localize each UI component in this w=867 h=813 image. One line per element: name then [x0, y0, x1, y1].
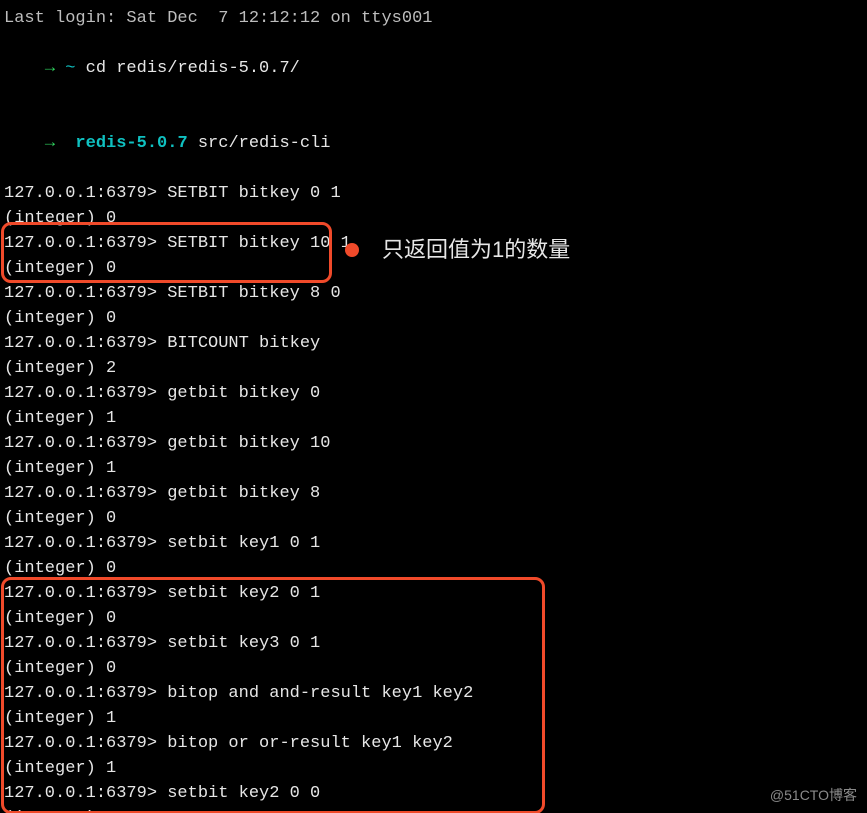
redis-output: 127.0.0.1:6379> SETBIT bitkey 0 1(intege… — [4, 181, 863, 813]
redis-command-line: 127.0.0.1:6379> setbit key1 0 1 — [4, 531, 863, 556]
redis-command-line: 127.0.0.1:6379> getbit bitkey 10 — [4, 431, 863, 456]
cwd-home: ~ — [65, 59, 75, 78]
redis-result-line: (integer) 1 — [4, 456, 863, 481]
last-login: Last login: Sat Dec 7 12:12:12 on ttys00… — [4, 6, 863, 31]
redis-result-line: (integer) 1 — [4, 706, 863, 731]
redis-result-line: (integer) 0 — [4, 606, 863, 631]
redis-command-line: 127.0.0.1:6379> setbit key2 0 0 — [4, 781, 863, 806]
redis-result-line: (integer) 0 — [4, 206, 863, 231]
annotation-dot-icon — [345, 243, 359, 257]
redis-result-line: (integer) 1 — [4, 806, 863, 813]
shell-command: cd redis/redis-5.0.7/ — [86, 59, 300, 78]
terminal[interactable]: Last login: Sat Dec 7 12:12:12 on ttys00… — [0, 0, 867, 813]
watermark: @51CTO博客 — [770, 785, 857, 805]
cwd-dir: redis-5.0.7 — [75, 134, 187, 153]
redis-result-line: (integer) 0 — [4, 656, 863, 681]
redis-command-line: 127.0.0.1:6379> getbit bitkey 8 — [4, 481, 863, 506]
shell-command: src/redis-cli — [198, 134, 331, 153]
redis-result-line: (integer) 0 — [4, 506, 863, 531]
shell-line-1: → ~ cd redis/redis-5.0.7/ — [4, 31, 863, 106]
redis-command-line: 127.0.0.1:6379> SETBIT bitkey 8 0 — [4, 281, 863, 306]
redis-command-line: 127.0.0.1:6379> SETBIT bitkey 0 1 — [4, 181, 863, 206]
redis-result-line: (integer) 1 — [4, 756, 863, 781]
redis-result-line: (integer) 0 — [4, 556, 863, 581]
redis-result-line: (integer) 2 — [4, 356, 863, 381]
shell-line-2: → redis-5.0.7 src/redis-cli — [4, 106, 863, 181]
redis-result-line: (integer) 1 — [4, 406, 863, 431]
redis-command-line: 127.0.0.1:6379> BITCOUNT bitkey — [4, 331, 863, 356]
prompt-arrow-icon: → — [45, 134, 55, 153]
redis-command-line: 127.0.0.1:6379> bitop or or-result key1 … — [4, 731, 863, 756]
annotation-text: 只返回值为1的数量 — [382, 237, 570, 262]
redis-result-line: (integer) 0 — [4, 306, 863, 331]
prompt-arrow-icon: → — [45, 59, 55, 78]
redis-command-line: 127.0.0.1:6379> getbit bitkey 0 — [4, 381, 863, 406]
redis-command-line: 127.0.0.1:6379> setbit key3 0 1 — [4, 631, 863, 656]
redis-command-line: 127.0.0.1:6379> bitop and and-result key… — [4, 681, 863, 706]
redis-command-line: 127.0.0.1:6379> setbit key2 0 1 — [4, 581, 863, 606]
